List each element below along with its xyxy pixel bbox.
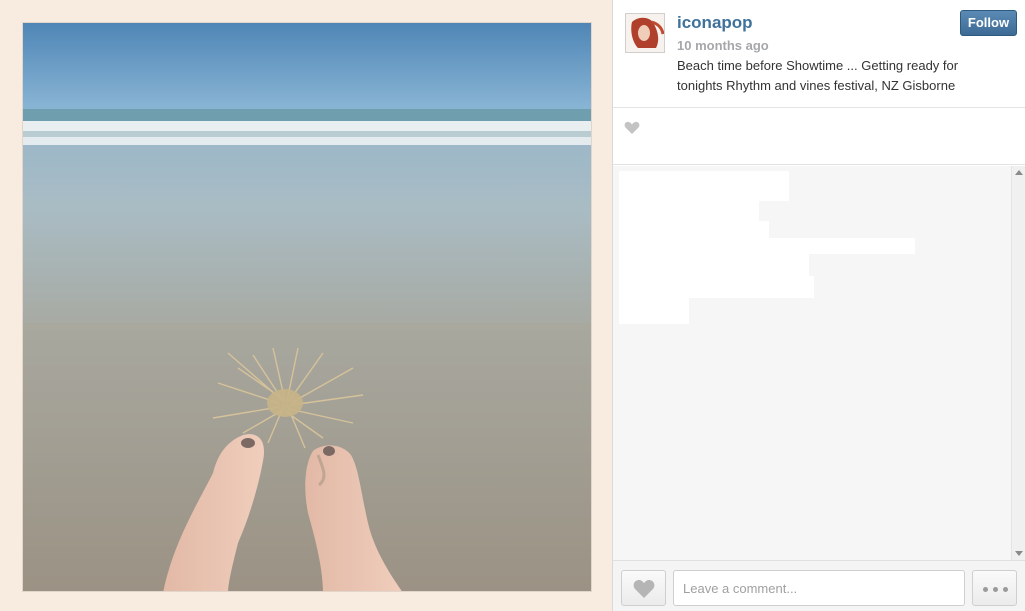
scroll-up-arrow-icon[interactable]: [1015, 170, 1023, 175]
post-timestamp[interactable]: 10 months ago: [677, 38, 769, 53]
comment-footer: [613, 560, 1025, 611]
photo-panel: [0, 0, 613, 611]
comments-list: [613, 166, 1025, 560]
scroll-down-arrow-icon[interactable]: [1015, 551, 1023, 556]
avatar-image: [626, 14, 664, 52]
ellipsis-icon: [983, 587, 988, 592]
ellipsis-icon: [993, 587, 998, 592]
comments-scrollbar[interactable]: [1011, 166, 1025, 560]
username-link[interactable]: iconapop: [677, 13, 753, 33]
heart-icon: [633, 580, 655, 598]
avatar[interactable]: [625, 13, 665, 53]
post-caption: Beach time before Showtime ... Getting r…: [677, 58, 959, 93]
more-options-button[interactable]: [972, 570, 1017, 606]
likes-section: [613, 109, 1025, 165]
beach-photo-image: [23, 23, 591, 591]
follow-button[interactable]: Follow: [960, 10, 1017, 36]
post-details-panel: iconapop 10 months ago Beach time before…: [613, 0, 1025, 611]
like-button[interactable]: [621, 570, 666, 606]
redacted-comment-block: [619, 294, 689, 324]
post-photo[interactable]: [22, 22, 592, 592]
ellipsis-icon: [1003, 587, 1008, 592]
comment-input[interactable]: [673, 570, 965, 606]
likes-heart-icon: [624, 121, 640, 134]
post-header: iconapop 10 months ago Beach time before…: [613, 0, 1025, 108]
